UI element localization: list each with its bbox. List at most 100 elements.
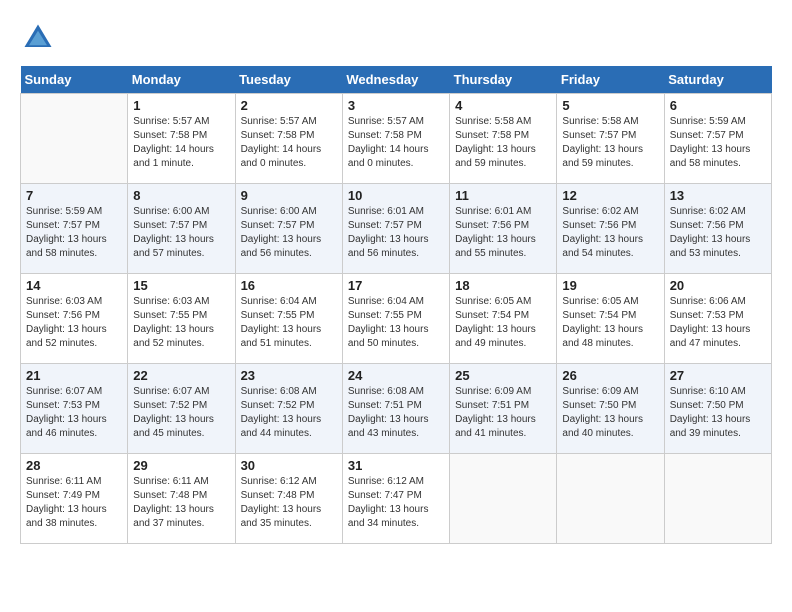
day-number: 1: [133, 98, 229, 113]
day-cell: 21Sunrise: 6:07 AMSunset: 7:53 PMDayligh…: [21, 364, 128, 454]
day-cell: 6 Sunrise: 5:59 AMSunset: 7:57 PMDaylight…: [664, 94, 771, 184]
day-number: 21: [26, 368, 122, 383]
day-cell: [450, 454, 557, 544]
day-cell: 7Sunrise: 5:59 AMSunset: 7:57 PMDaylight…: [21, 184, 128, 274]
day-number: 14: [26, 278, 122, 293]
day-info: Sunrise: 5:59 AMSunset: 7:57 PMDaylight:…: [670, 115, 766, 171]
week-row-3: 14 Sunrise: 6:03 AMSunset: 7:56 PMDayligh…: [21, 274, 772, 364]
day-cell: 31Sunrise: 6:12 AMSunset: 7:47 PMDayligh…: [342, 454, 449, 544]
day-info: Sunrise: 6:03 AMSunset: 7:56 PMDaylight:…: [26, 295, 122, 351]
day-cell: 17 Sunrise: 6:04 AMSunset: 7:55 PMDayligh…: [342, 274, 449, 364]
day-number: 28: [26, 458, 122, 473]
day-info: Sunrise: 6:05 AMSunset: 7:54 PMDaylight:…: [455, 295, 551, 351]
day-info: Sunrise: 6:00 AMSunset: 7:57 PMDaylight:…: [241, 205, 337, 261]
day-info: Sunrise: 6:02 AMSunset: 7:56 PMDaylight:…: [562, 205, 658, 261]
day-info: Sunrise: 5:57 AMSunset: 7:58 PMDaylight:…: [348, 115, 444, 171]
day-cell: 4Sunrise: 5:58 AMSunset: 7:58 PMDaylight…: [450, 94, 557, 184]
day-info: Sunrise: 6:06 AMSunset: 7:53 PMDaylight:…: [670, 295, 766, 351]
day-number: 5: [562, 98, 658, 113]
column-header-saturday: Saturday: [664, 66, 771, 94]
day-info: Sunrise: 6:04 AMSunset: 7:55 PMDaylight:…: [241, 295, 337, 351]
day-cell: [557, 454, 664, 544]
day-cell: 26 Sunrise: 6:09 AMSunset: 7:50 PMDayligh…: [557, 364, 664, 454]
day-cell: 28 Sunrise: 6:11 AMSunset: 7:49 PMDayligh…: [21, 454, 128, 544]
day-number: 8: [133, 188, 229, 203]
day-info: Sunrise: 6:00 AMSunset: 7:57 PMDaylight:…: [133, 205, 229, 261]
day-number: 22: [133, 368, 229, 383]
day-number: 30: [241, 458, 337, 473]
day-info: Sunrise: 6:01 AMSunset: 7:56 PMDaylight:…: [455, 205, 551, 261]
column-header-tuesday: Tuesday: [235, 66, 342, 94]
day-info: Sunrise: 5:58 AMSunset: 7:57 PMDaylight:…: [562, 115, 658, 171]
day-number: 11: [455, 188, 551, 203]
column-header-wednesday: Wednesday: [342, 66, 449, 94]
day-cell: 24Sunrise: 6:08 AMSunset: 7:51 PMDayligh…: [342, 364, 449, 454]
day-cell: 2 Sunrise: 5:57 AMSunset: 7:58 PMDaylight…: [235, 94, 342, 184]
day-cell: 3 Sunrise: 5:57 AMSunset: 7:58 PMDaylight…: [342, 94, 449, 184]
week-row-1: 1 Sunrise: 5:57 AMSunset: 7:58 PMDaylight…: [21, 94, 772, 184]
day-number: 15: [133, 278, 229, 293]
day-number: 19: [562, 278, 658, 293]
day-cell: 20 Sunrise: 6:06 AMSunset: 7:53 PMDayligh…: [664, 274, 771, 364]
day-cell: 22 Sunrise: 6:07 AMSunset: 7:52 PMDayligh…: [128, 364, 235, 454]
calendar-table: SundayMondayTuesdayWednesdayThursdayFrid…: [20, 66, 772, 544]
day-number: 16: [241, 278, 337, 293]
day-info: Sunrise: 5:57 AMSunset: 7:58 PMDaylight:…: [241, 115, 337, 171]
day-cell: 11 Sunrise: 6:01 AMSunset: 7:56 PMDayligh…: [450, 184, 557, 274]
day-number: 6: [670, 98, 766, 113]
day-number: 12: [562, 188, 658, 203]
day-cell: 10 Sunrise: 6:01 AMSunset: 7:57 PMDayligh…: [342, 184, 449, 274]
day-cell: 5 Sunrise: 5:58 AMSunset: 7:57 PMDaylight…: [557, 94, 664, 184]
day-cell: 27Sunrise: 6:10 AMSunset: 7:50 PMDayligh…: [664, 364, 771, 454]
logo: [20, 20, 60, 56]
day-number: 25: [455, 368, 551, 383]
day-info: Sunrise: 6:10 AMSunset: 7:50 PMDaylight:…: [670, 385, 766, 441]
day-info: Sunrise: 6:12 AMSunset: 7:47 PMDaylight:…: [348, 475, 444, 531]
day-cell: 18 Sunrise: 6:05 AMSunset: 7:54 PMDayligh…: [450, 274, 557, 364]
week-row-4: 21Sunrise: 6:07 AMSunset: 7:53 PMDayligh…: [21, 364, 772, 454]
day-number: 9: [241, 188, 337, 203]
day-info: Sunrise: 6:05 AMSunset: 7:54 PMDaylight:…: [562, 295, 658, 351]
day-info: Sunrise: 6:11 AMSunset: 7:48 PMDaylight:…: [133, 475, 229, 531]
day-number: 18: [455, 278, 551, 293]
day-info: Sunrise: 6:09 AMSunset: 7:50 PMDaylight:…: [562, 385, 658, 441]
day-cell: 1 Sunrise: 5:57 AMSunset: 7:58 PMDaylight…: [128, 94, 235, 184]
day-cell: [21, 94, 128, 184]
page-header: [20, 20, 772, 56]
day-cell: 15 Sunrise: 6:03 AMSunset: 7:55 PMDayligh…: [128, 274, 235, 364]
day-info: Sunrise: 6:12 AMSunset: 7:48 PMDaylight:…: [241, 475, 337, 531]
day-info: Sunrise: 6:01 AMSunset: 7:57 PMDaylight:…: [348, 205, 444, 261]
day-info: Sunrise: 6:04 AMSunset: 7:55 PMDaylight:…: [348, 295, 444, 351]
day-number: 2: [241, 98, 337, 113]
day-info: Sunrise: 6:08 AMSunset: 7:52 PMDaylight:…: [241, 385, 337, 441]
day-cell: 16 Sunrise: 6:04 AMSunset: 7:55 PMDayligh…: [235, 274, 342, 364]
day-cell: 12 Sunrise: 6:02 AMSunset: 7:56 PMDayligh…: [557, 184, 664, 274]
day-number: 29: [133, 458, 229, 473]
day-number: 23: [241, 368, 337, 383]
day-cell: 8 Sunrise: 6:00 AMSunset: 7:57 PMDaylight…: [128, 184, 235, 274]
day-cell: [664, 454, 771, 544]
day-cell: 19 Sunrise: 6:05 AMSunset: 7:54 PMDayligh…: [557, 274, 664, 364]
day-cell: 23 Sunrise: 6:08 AMSunset: 7:52 PMDayligh…: [235, 364, 342, 454]
week-row-5: 28 Sunrise: 6:11 AMSunset: 7:49 PMDayligh…: [21, 454, 772, 544]
day-info: Sunrise: 6:07 AMSunset: 7:52 PMDaylight:…: [133, 385, 229, 441]
day-cell: 13Sunrise: 6:02 AMSunset: 7:56 PMDayligh…: [664, 184, 771, 274]
day-cell: 25 Sunrise: 6:09 AMSunset: 7:51 PMDayligh…: [450, 364, 557, 454]
day-info: Sunrise: 6:03 AMSunset: 7:55 PMDaylight:…: [133, 295, 229, 351]
day-number: 3: [348, 98, 444, 113]
day-info: Sunrise: 6:09 AMSunset: 7:51 PMDaylight:…: [455, 385, 551, 441]
day-info: Sunrise: 6:08 AMSunset: 7:51 PMDaylight:…: [348, 385, 444, 441]
day-info: Sunrise: 6:11 AMSunset: 7:49 PMDaylight:…: [26, 475, 122, 531]
day-cell: 29 Sunrise: 6:11 AMSunset: 7:48 PMDayligh…: [128, 454, 235, 544]
day-number: 4: [455, 98, 551, 113]
column-header-sunday: Sunday: [21, 66, 128, 94]
day-number: 17: [348, 278, 444, 293]
day-info: Sunrise: 5:57 AMSunset: 7:58 PMDaylight:…: [133, 115, 229, 171]
day-number: 26: [562, 368, 658, 383]
day-number: 20: [670, 278, 766, 293]
logo-icon: [20, 20, 56, 56]
column-header-monday: Monday: [128, 66, 235, 94]
day-number: 10: [348, 188, 444, 203]
day-cell: 9 Sunrise: 6:00 AMSunset: 7:57 PMDaylight…: [235, 184, 342, 274]
day-cell: 30 Sunrise: 6:12 AMSunset: 7:48 PMDayligh…: [235, 454, 342, 544]
